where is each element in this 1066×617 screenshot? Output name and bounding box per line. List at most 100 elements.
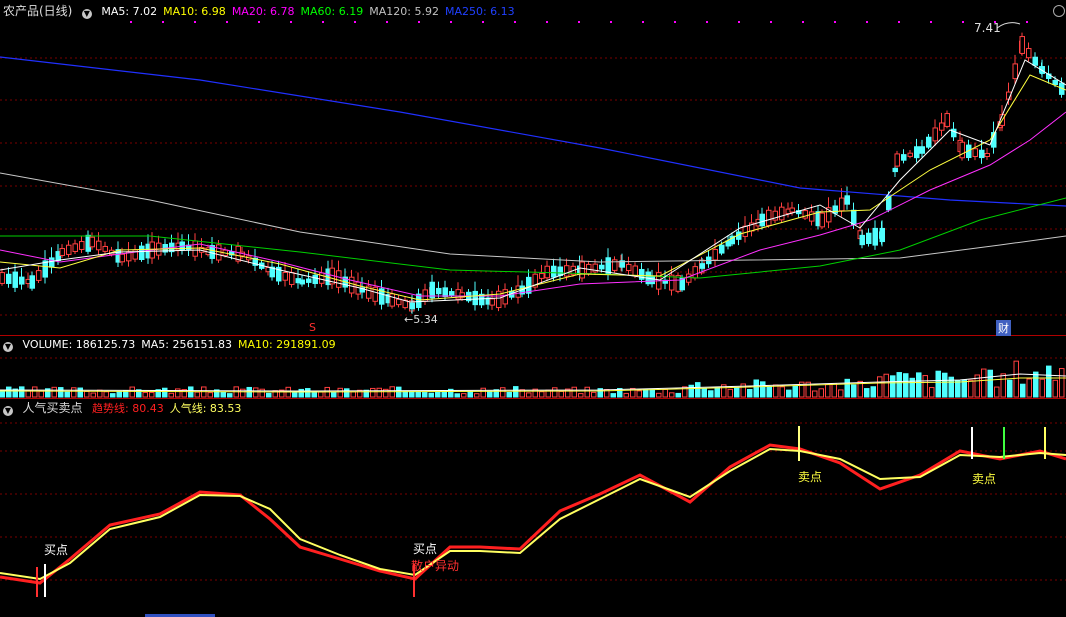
candle-body (719, 244, 725, 254)
candle-body (96, 240, 102, 251)
candle-body (1032, 56, 1038, 66)
volume-bar (1007, 379, 1013, 398)
candle-body (926, 136, 932, 148)
volume-bar (253, 387, 259, 398)
volume-bar (961, 379, 967, 398)
candle-body (312, 274, 318, 285)
candlestick-chart[interactable] (0, 0, 1066, 336)
volume-bar (168, 392, 174, 398)
volume-bar (571, 386, 577, 398)
volume-bar (149, 392, 155, 398)
volume-bar (838, 389, 844, 398)
candle-body (851, 209, 857, 225)
volume-bar (207, 392, 213, 398)
candle-body (866, 232, 872, 245)
signal-dot (258, 21, 260, 23)
volume-bar (662, 388, 668, 398)
volume-bar (753, 379, 759, 398)
signal-dot (194, 21, 196, 23)
candle-body (557, 266, 563, 276)
candle-body (944, 113, 950, 127)
signal-dot (962, 21, 964, 23)
volume-bar (591, 391, 597, 398)
candle-body (49, 257, 55, 268)
signal-dot (898, 21, 900, 23)
signal-dot (226, 21, 228, 23)
finance-mark[interactable]: 财 (996, 320, 1011, 336)
candle-body (919, 146, 925, 154)
volume-bar (84, 391, 90, 398)
volume-bar (981, 368, 987, 398)
volume-bar (500, 387, 506, 398)
candle-body (579, 261, 585, 279)
volume-bar (162, 387, 168, 398)
volume-bar (1059, 368, 1065, 398)
indicator-chart[interactable] (0, 399, 1066, 617)
volume-bar (792, 385, 798, 398)
ma60-line (0, 197, 1066, 279)
candle-body (29, 275, 35, 289)
volume-bar (701, 388, 707, 398)
candle-body (766, 209, 772, 226)
candle-body (389, 293, 395, 307)
volume-bar (870, 386, 876, 398)
volume-chart[interactable] (0, 336, 1066, 398)
signal-dot (514, 21, 516, 23)
signal-dot (866, 21, 868, 23)
volume-bar (708, 390, 714, 398)
volume-bar (942, 372, 948, 398)
candle-body (544, 265, 550, 279)
candle-body (692, 266, 698, 279)
volume-bar (428, 392, 434, 398)
volume-bar (77, 387, 83, 398)
ma250-line (0, 56, 1066, 207)
signal-dot (834, 21, 836, 23)
volume-bar (487, 390, 493, 398)
buy-point-label: 买点 (44, 543, 69, 557)
retail-activity-label: 散户异动 (411, 559, 460, 573)
volume-bar (0, 390, 5, 398)
volume-bar (513, 386, 519, 398)
high-price-label: 7.41 (974, 21, 1001, 35)
candle-body (539, 273, 545, 279)
candle-body (472, 290, 478, 306)
volume-bar (727, 388, 733, 398)
volume-bar (669, 392, 675, 398)
volume-bar (994, 386, 1000, 398)
volume-bar (292, 392, 298, 398)
volume-bar (110, 393, 116, 398)
volume-bar (51, 386, 57, 398)
volume-bar (227, 393, 233, 398)
candle-body (6, 273, 12, 284)
candle-body (102, 245, 108, 252)
candle-body (282, 271, 288, 281)
volume-bar (103, 391, 109, 398)
volume-bar (376, 387, 382, 398)
candle-body (979, 149, 985, 159)
volume-bar (1013, 360, 1019, 398)
candle-body (1019, 36, 1025, 54)
volume-bar (734, 387, 740, 398)
signal-dot (546, 21, 548, 23)
candle-body (72, 243, 78, 252)
candle-body (914, 146, 920, 159)
volume-bar (844, 378, 850, 398)
candle-body (19, 276, 25, 285)
volume-bar (461, 393, 467, 398)
candle-body (907, 152, 913, 157)
candle-body (396, 298, 402, 306)
candle-body (306, 278, 312, 283)
candle-body (626, 263, 632, 271)
candle-body (336, 270, 342, 288)
volume-bar (90, 392, 96, 398)
volume-bar (19, 386, 25, 398)
volume-bar (1039, 378, 1045, 398)
signal-dot (386, 21, 388, 23)
candle-body (1052, 80, 1058, 85)
low-price-label: ←5.34 (404, 313, 438, 326)
volume-bar (935, 370, 941, 398)
volume-bar (851, 384, 857, 398)
volume-bar (623, 392, 629, 398)
candle-body (879, 227, 885, 243)
volume-bar (864, 388, 870, 398)
